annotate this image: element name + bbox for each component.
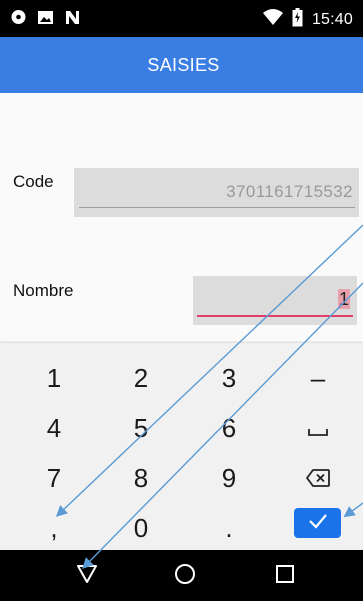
back-icon xyxy=(76,564,98,588)
key-4[interactable]: 4 xyxy=(10,403,98,453)
key-3[interactable]: 3 xyxy=(185,353,273,403)
recents-button[interactable] xyxy=(270,563,300,589)
key-8[interactable]: 8 xyxy=(97,453,185,503)
battery-icon xyxy=(292,8,303,31)
key-comma[interactable]: , xyxy=(10,503,98,553)
code-value: 3701161715532 xyxy=(226,182,353,201)
screen: 15:40 SAISIES Code 3701161715532 Nombre … xyxy=(0,0,363,601)
code-field[interactable]: 3701161715532 xyxy=(74,168,359,217)
app-bar: SAISIES xyxy=(0,37,363,93)
key-minus[interactable]: – xyxy=(274,353,362,403)
form-area: Code 3701161715532 Nombre 1 xyxy=(0,93,363,343)
space-icon xyxy=(308,413,328,444)
key-2[interactable]: 2 xyxy=(97,353,185,403)
messenger-icon xyxy=(10,9,27,30)
status-icons-right: 15:40 xyxy=(262,8,353,31)
wifi-icon xyxy=(262,9,283,30)
nombre-field[interactable]: 1 xyxy=(193,276,357,325)
key-1[interactable]: 1 xyxy=(10,353,98,403)
back-button[interactable] xyxy=(72,563,102,589)
status-bar: 15:40 xyxy=(0,0,363,37)
key-period[interactable]: . xyxy=(185,503,273,553)
page-title: SAISIES xyxy=(147,54,220,75)
key-space[interactable] xyxy=(274,403,362,453)
numeric-keyboard: 1 2 3 – 4 5 6 7 8 9 , 0 . xyxy=(0,343,363,550)
navigation-bar xyxy=(0,550,363,601)
key-5[interactable]: 5 xyxy=(97,403,185,453)
backspace-icon xyxy=(306,463,330,494)
key-backspace[interactable] xyxy=(274,453,362,503)
key-6[interactable]: 6 xyxy=(185,403,273,453)
n-icon xyxy=(64,9,81,30)
home-icon xyxy=(174,563,196,589)
key-0[interactable]: 0 xyxy=(97,503,185,553)
code-field-underline xyxy=(79,207,355,208)
status-icons-left xyxy=(10,9,81,30)
recents-icon xyxy=(275,564,295,588)
nombre-field-underline xyxy=(197,315,353,317)
code-label: Code xyxy=(13,172,54,191)
key-9[interactable]: 9 xyxy=(185,453,273,503)
check-icon xyxy=(308,513,328,533)
nombre-label: Nombre xyxy=(13,281,74,300)
status-time: 15:40 xyxy=(311,10,353,28)
key-7[interactable]: 7 xyxy=(10,453,98,503)
nombre-value: 1 xyxy=(337,289,350,309)
image-icon xyxy=(37,9,54,30)
home-button[interactable] xyxy=(170,563,200,589)
done-button[interactable] xyxy=(294,508,341,538)
